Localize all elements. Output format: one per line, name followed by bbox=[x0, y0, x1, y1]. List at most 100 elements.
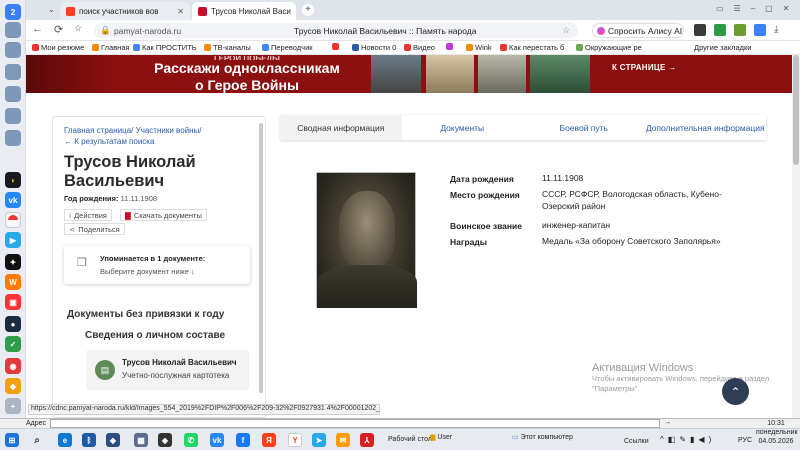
links-toolbar[interactable]: Ссылки bbox=[624, 438, 649, 445]
sidebar-icon-6[interactable] bbox=[5, 130, 21, 146]
edge-icon[interactable]: e bbox=[58, 433, 72, 447]
bookmark-item[interactable]: Как ПРОСТИТЬ bbox=[133, 43, 197, 52]
ext-icon-2[interactable] bbox=[714, 24, 726, 36]
tab-combat-path[interactable]: Боевой путь bbox=[523, 115, 645, 140]
sidebar-icon-2[interactable] bbox=[5, 42, 21, 58]
close-icon[interactable]: ✕ bbox=[291, 7, 296, 16]
other-bookmarks[interactable]: Другие закладки bbox=[694, 43, 751, 52]
value-awards[interactable]: Медаль «За оборону Советского Заполярья» bbox=[542, 235, 721, 247]
yandex-music-icon[interactable]: ◗ bbox=[5, 172, 21, 188]
star-icon[interactable]: ✦ bbox=[5, 254, 21, 270]
yandex-browser-icon[interactable]: Y bbox=[288, 433, 302, 447]
sidebar-icon-4[interactable] bbox=[5, 86, 21, 102]
sidebar-scrollbar[interactable] bbox=[259, 123, 263, 393]
bookmark-star-icon[interactable]: ☆ bbox=[562, 25, 570, 36]
bookmark-item[interactable]: Переводчик bbox=[262, 43, 313, 52]
facebook-icon[interactable]: f bbox=[236, 433, 250, 447]
market-icon[interactable]: ◆ bbox=[5, 378, 21, 394]
telegram-icon[interactable]: ➤ bbox=[312, 433, 326, 447]
yandex-icon[interactable]: Я bbox=[262, 433, 276, 447]
tab-summary[interactable]: Сводная информация bbox=[280, 115, 402, 140]
promo-banner[interactable]: ГЕРОИ ПОБЕДЫ Расскажи одноклассникам о Г… bbox=[26, 55, 792, 93]
crumb-home[interactable]: Главная страница bbox=[64, 126, 131, 135]
user-folder[interactable]: ▆ User bbox=[430, 433, 452, 441]
scroll-top-button[interactable]: ⌃ bbox=[722, 378, 749, 405]
download-button[interactable]: ▇ Скачать документы bbox=[120, 209, 207, 221]
person-photo[interactable] bbox=[316, 172, 417, 308]
sidebar-icon-3[interactable] bbox=[5, 64, 21, 80]
banner-cta[interactable]: К СТРАНИЦЕ → bbox=[612, 63, 732, 72]
reload-icon[interactable]: ⟳ bbox=[54, 23, 63, 36]
document-card[interactable]: ▤ Трусов Николай Васильевич Учетно-послу… bbox=[86, 350, 249, 390]
maps-icon[interactable]: ◉ bbox=[5, 358, 21, 374]
start-icon[interactable]: ⊞ bbox=[5, 433, 19, 447]
search-icon[interactable]: ⌕ bbox=[30, 433, 44, 447]
sidebar-icon-1[interactable] bbox=[5, 22, 21, 38]
media-icon[interactable]: ▣ bbox=[5, 294, 21, 310]
wink-icon[interactable]: W bbox=[5, 274, 21, 290]
bookmark-item[interactable]: Мои резюме bbox=[32, 43, 84, 52]
sidebar-icon-5[interactable] bbox=[5, 108, 21, 124]
page-scrollbar[interactable] bbox=[792, 55, 800, 418]
bookmark-item[interactable]: Видео bbox=[404, 43, 435, 52]
bookmark-item[interactable]: ТВ-каналы bbox=[204, 43, 251, 52]
app-icon[interactable]: ✓ bbox=[5, 336, 21, 352]
scroll-thumb[interactable] bbox=[793, 55, 799, 165]
url-field[interactable]: 🔒 pamyat-naroda.ru Трусов Николай Василь… bbox=[94, 23, 578, 38]
tab-list-chevron-icon[interactable]: ⌄ bbox=[48, 5, 55, 14]
alisa-button[interactable]: Спросить Алису AI bbox=[592, 23, 684, 38]
vk-icon[interactable]: vk bbox=[5, 192, 21, 208]
bookmark-item[interactable]: Как перестать б bbox=[500, 43, 564, 52]
bookmark-icon[interactable]: ☆ bbox=[74, 23, 82, 34]
add-icon[interactable]: + bbox=[5, 398, 21, 414]
tab-additional[interactable]: Дополнительная информация bbox=[645, 115, 767, 140]
ext-icon-3[interactable] bbox=[734, 24, 746, 36]
tab-documents[interactable]: Документы bbox=[402, 115, 524, 140]
tab-active[interactable]: Трусов Николай Васи ✕ bbox=[192, 2, 296, 20]
address-input[interactable] bbox=[50, 419, 660, 428]
whatsapp-icon[interactable]: ✆ bbox=[184, 433, 198, 447]
actions-button[interactable]: ⅰ Действия bbox=[64, 209, 112, 221]
language-indicator[interactable]: РУС bbox=[738, 437, 752, 444]
close-icon[interactable]: ✕ bbox=[173, 7, 184, 16]
computer-shortcut[interactable]: ▭ Этот компьютер bbox=[512, 433, 573, 441]
tab-count-badge[interactable]: 2 bbox=[5, 4, 21, 20]
back-to-results-link[interactable]: ← К результатам поиска bbox=[64, 137, 154, 146]
window-controls[interactable]: ▭☰–▢✕ bbox=[716, 4, 799, 13]
value-birth-date: 11.11.1908 bbox=[542, 173, 584, 183]
bookmarks-bar: Мои резюме Главная Как ПРОСТИТЬ ТВ-канал… bbox=[26, 41, 800, 55]
bluetooth-icon[interactable]: ᛒ bbox=[82, 433, 96, 447]
bookmark-item[interactable] bbox=[332, 43, 341, 50]
vk-taskbar-icon[interactable]: vk bbox=[210, 433, 224, 447]
pdf-reader-icon[interactable]: ⅄ bbox=[360, 433, 374, 447]
bookmark-item[interactable]: Главная bbox=[92, 43, 130, 52]
bookmark-item[interactable] bbox=[446, 43, 455, 50]
circle-icon[interactable]: ● bbox=[5, 316, 21, 332]
play-icon[interactable]: ▶ bbox=[5, 232, 21, 248]
person-sidebar: Главная страница/ Участники войны/ ← К р… bbox=[52, 116, 266, 418]
tab-search[interactable]: поиск участников вов ✕ bbox=[60, 2, 190, 20]
ext-icon-1[interactable] bbox=[694, 24, 706, 36]
desktop-label[interactable]: Рабочий стол bbox=[388, 436, 432, 443]
mention-box[interactable]: ❐ Упоминается в 1 документе: Выберите до… bbox=[64, 246, 250, 284]
bookmark-item[interactable]: Новости 0 bbox=[352, 43, 396, 52]
share-button[interactable]: ⋖ Поделиться bbox=[64, 223, 125, 235]
url-text: pamyat-naroda.ru bbox=[114, 26, 182, 36]
crumb-participants[interactable]: Участники войны bbox=[136, 126, 200, 135]
pokeball-icon[interactable] bbox=[5, 212, 21, 228]
tray-icons[interactable]: ^◧✎▮◀) bbox=[660, 435, 715, 444]
bookmark-item[interactable]: Окружающие ре bbox=[576, 43, 642, 52]
back-icon[interactable]: ← bbox=[32, 23, 43, 35]
app-shield-icon[interactable]: ◈ bbox=[106, 433, 120, 447]
clock[interactable]: 10:31 понедельник 04.05.2026 bbox=[756, 419, 798, 446]
go-arrow-icon[interactable]: → bbox=[664, 419, 671, 426]
app-icon-b[interactable]: ◈ bbox=[158, 433, 172, 447]
bookmark-item[interactable]: Wink bbox=[466, 43, 492, 52]
downloads-icon[interactable]: ⤓ bbox=[774, 24, 778, 35]
star-favicon-icon bbox=[198, 6, 207, 16]
mail-icon[interactable]: ✉ bbox=[336, 433, 350, 447]
new-tab-icon[interactable]: + bbox=[302, 4, 314, 16]
ext-icon-4[interactable] bbox=[754, 24, 766, 36]
label-birth-date: Дата рождения bbox=[450, 174, 514, 184]
app-icon-a[interactable]: ▦ bbox=[134, 433, 148, 447]
